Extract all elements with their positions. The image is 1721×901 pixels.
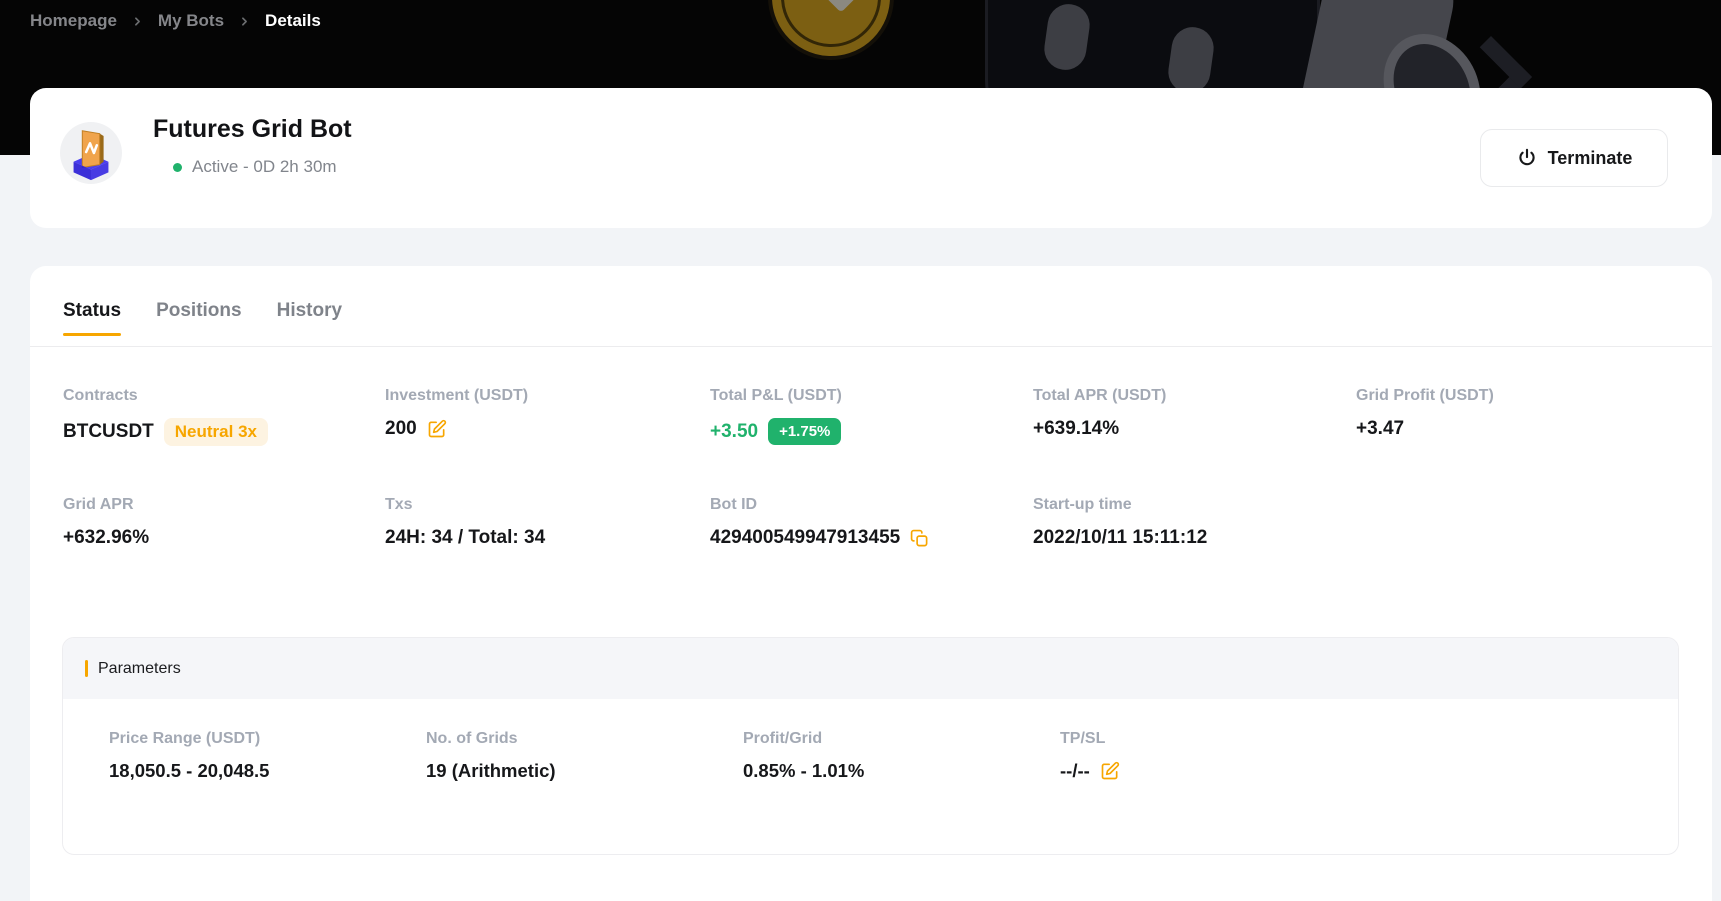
accent-bar [85,660,88,677]
breadcrumb-homepage[interactable]: Homepage [30,11,117,31]
edit-investment-icon[interactable] [427,419,447,439]
field-investment: Investment (USDT) 200 [385,387,528,440]
bot-status-text: Active - 0D 2h 30m [192,157,337,176]
field-total-apr: Total APR (USDT) +639.14% [1033,387,1166,440]
pnl-percent-badge: +1.75% [768,418,842,445]
detail-tabs: Status Positions History [63,300,342,336]
bot-detail-card: Status Positions History Contracts BTCUS… [30,266,1712,901]
price-range-value: 18,050.5 - 20,048.5 [109,760,270,781]
field-label: Txs [385,496,413,513]
param-no-of-grids: No. of Grids 19 (Arithmetic) [426,730,556,782]
profit-grid-value: 0.85% - 1.01% [743,760,865,781]
field-label: Contracts [63,387,138,404]
field-grid-profit: Grid Profit (USDT) +3.47 [1356,387,1494,440]
field-label: Total APR (USDT) [1033,387,1167,404]
breadcrumb: Homepage My Bots Details [30,8,321,34]
bot-avatar [60,122,122,184]
total-pnl-value: +3.50 [710,420,759,442]
investment-value: 200 [385,418,417,439]
leverage-badge: Neutral 3x [163,418,268,446]
param-label: No. of Grids [426,730,518,747]
parameters-header: Parameters [63,638,1678,699]
power-icon [1519,148,1535,166]
tpsl-value: --/-- [1060,760,1090,781]
txs-value: 24H: 34 / Total: 34 [385,527,546,548]
field-label: Start-up time [1033,496,1132,513]
field-contracts: Contracts BTCUSDT Neutral 3x [63,387,268,446]
copy-bot-id-icon[interactable] [910,529,929,548]
chevron-right-icon [131,15,144,28]
chevron-right-icon [238,15,251,28]
no-of-grids-value: 19 (Arithmetic) [426,760,556,781]
parameters-section: Parameters Price Range (USDT) 18,050.5 -… [62,637,1679,855]
bot-header-card: Futures Grid Bot Active - 0D 2h 30m Term… [30,88,1712,228]
coin-illustration [751,0,911,77]
terminate-button-label: Terminate [1547,147,1633,168]
field-label: Grid APR [63,496,134,513]
param-profit-grid: Profit/Grid 0.85% - 1.01% [743,730,864,782]
field-grid-apr: Grid APR +632.96% [63,496,149,549]
total-apr-value: +639.14% [1033,418,1120,439]
field-label: Investment (USDT) [385,387,529,404]
breadcrumb-my-bots[interactable]: My Bots [158,11,224,31]
param-label: Price Range (USDT) [109,730,261,747]
page: Homepage My Bots Details Futures Grid Bo… [0,0,1721,901]
param-label: Profit/Grid [743,730,823,747]
field-startup-time: Start-up time 2022/10/11 15:11:12 [1033,496,1207,549]
tabs-divider [30,346,1712,347]
field-total-pnl: Total P&L (USDT) +3.50 +1.75% [710,387,842,445]
active-status-dot [173,162,182,172]
contracts-value: BTCUSDT [63,421,154,442]
param-price-range: Price Range (USDT) 18,050.5 - 20,048.5 [109,730,269,782]
param-tpsl: TP/SL --/-- [1060,730,1120,782]
field-txs: Txs 24H: 34 / Total: 34 [385,496,545,549]
field-bot-id: Bot ID 429400549947913455 [710,496,929,549]
tab-history[interactable]: History [277,300,342,336]
field-label: Grid Profit (USDT) [1356,387,1494,404]
parameters-title: Parameters [98,659,181,677]
bot-id-value: 429400549947913455 [710,527,901,548]
tab-status[interactable]: Status [63,300,122,336]
terminate-button[interactable]: Terminate [1480,129,1668,187]
grid-apr-value: +632.96% [63,527,150,548]
field-label: Total P&L (USDT) [710,387,842,404]
edit-tpsl-icon[interactable] [1100,761,1120,781]
breadcrumb-details: Details [265,11,321,30]
param-label: TP/SL [1060,730,1106,747]
startup-time-value: 2022/10/11 15:11:12 [1033,527,1208,548]
grid-profit-value: +3.47 [1356,418,1405,439]
field-label: Bot ID [710,496,758,513]
page-title: Futures Grid Bot [153,115,352,143]
tab-positions[interactable]: Positions [156,300,242,336]
grid-bot-icon [73,130,109,181]
bot-status: Active - 0D 2h 30m [173,157,337,177]
